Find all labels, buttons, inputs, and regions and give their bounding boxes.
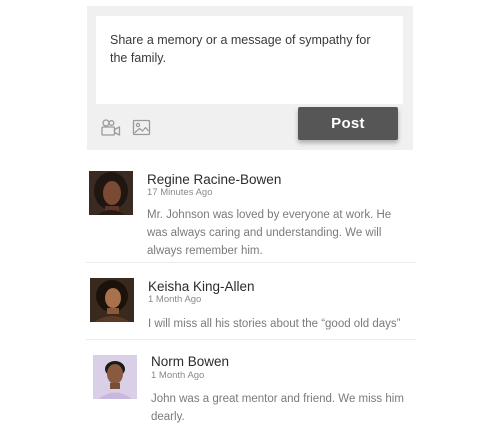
comment-author: Norm Bowen xyxy=(151,354,230,369)
comment-item: Norm Bowen 1 Month Ago John was a great … xyxy=(86,340,416,426)
comment-timestamp: 17 Minutes Ago xyxy=(147,187,213,198)
comment-author: Regine Racine-Bowen xyxy=(147,172,282,187)
message-composer: Share a memory or a message of sympathy … xyxy=(87,6,413,150)
video-camera-icon[interactable] xyxy=(100,118,122,138)
post-button[interactable]: Post xyxy=(298,107,398,140)
comment-text: Mr. Johnson was loved by everyone at wor… xyxy=(147,209,392,257)
comment-text: John was a great mentor and friend. We m… xyxy=(151,393,404,423)
avatar xyxy=(89,171,133,215)
comment-timestamp: 1 Month Ago xyxy=(151,370,205,381)
comment-item: Regine Racine-Bowen 17 Minutes Ago Mr. J… xyxy=(86,162,416,263)
avatar xyxy=(90,278,134,322)
comment-item: Keisha King-Allen 1 Month Ago I will mis… xyxy=(86,263,416,340)
message-input[interactable]: Share a memory or a message of sympathy … xyxy=(96,16,403,104)
comment-timestamp: 1 Month Ago xyxy=(148,294,202,305)
condolence-page: Share a memory or a message of sympathy … xyxy=(0,0,500,432)
image-icon[interactable] xyxy=(131,118,153,138)
comment-author: Keisha King-Allen xyxy=(148,279,255,294)
avatar xyxy=(93,355,137,399)
comment-text: I will miss all his stories about the “g… xyxy=(148,318,401,330)
